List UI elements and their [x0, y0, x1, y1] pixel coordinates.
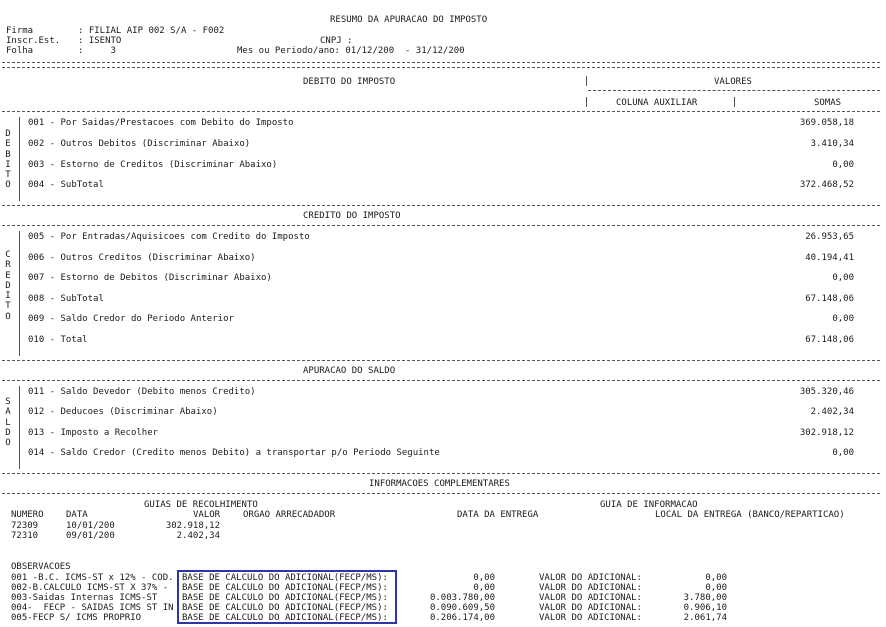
guia-numero: 72310 [11, 531, 39, 541]
divider [2, 111, 880, 112]
coluna-auxiliar-header: COLUNA AUXILIAR [616, 98, 698, 108]
cnpj-label: CNPJ : [320, 36, 353, 46]
col-valor: VALOR [193, 510, 221, 520]
col-data-entrega: DATA DA ENTREGA [457, 510, 539, 520]
credito-row-value: 0,00 [832, 314, 854, 324]
saldo-row-label: 011 - Saldo Devedor (Debito menos Credit… [28, 387, 256, 397]
saldo-row-value: 2.402,34 [810, 407, 854, 417]
divider [2, 67, 880, 68]
section-left-border [19, 117, 20, 201]
obs-adic-value: 0.906,10 [683, 603, 727, 613]
section-left-border [19, 231, 20, 356]
guia-valor: 302.918,12 [165, 521, 220, 531]
saldo-row-value: 305.320,46 [799, 387, 854, 397]
divider [2, 473, 880, 474]
guia-valor: 2.402,34 [176, 531, 220, 541]
saldo-row-label: 014 - Saldo Credor (Credito menos Debito… [28, 448, 440, 458]
debito-row-value: 3.410,34 [810, 139, 854, 149]
highlight-box [177, 570, 397, 624]
col-orgao: ORGAO ARRECADADOR [243, 510, 336, 520]
saldo-row-label: 013 - Imposto a Recolher [28, 428, 159, 438]
valores-header: VALORES [714, 77, 752, 87]
obs-base-value: 0.003.780,00 [429, 593, 495, 603]
column-separator [586, 76, 587, 86]
report-title: RESUMO DA APURACAO DO IMPOSTO [330, 15, 488, 25]
credito-row-value: 0,00 [832, 273, 854, 283]
inscr-value: : ISENTO [78, 36, 122, 46]
credito-section-title: CREDITO DO IMPOSTO [303, 211, 401, 221]
obs-desc: 003-Saidas Internas ICMS-ST [11, 593, 158, 603]
col-local-entrega: LOCAL DA ENTREGA (BANCO/REPARTICAO) [655, 510, 845, 520]
obs-base-value: 0.090.609,50 [429, 603, 495, 613]
debito-row-value: 369.058,18 [799, 118, 854, 128]
saldo-row-value: 302.918,12 [799, 428, 854, 438]
somas-header: SOMAS [814, 98, 842, 108]
col-numero: NUMERO [11, 510, 44, 520]
section-left-border [19, 386, 20, 469]
saldo-section-title: APURACAO DO SALDO [303, 366, 396, 376]
divider [2, 205, 880, 206]
credito-row-label: 010 - Total [28, 335, 88, 345]
obs-desc: 004- FECP - SAIDAS ICMS ST IN [11, 603, 174, 613]
info-section-title: INFORMACOES COMPLEMENTARES [369, 479, 510, 489]
obs-adic-label: VALOR DO ADICIONAL: [539, 583, 642, 593]
obs-desc: 002-B.CALCULO ICMS-ST X 37% - [11, 583, 169, 593]
column-separator [734, 97, 735, 107]
folha-value: : 3 [78, 46, 116, 56]
debito-row-value: 372.468,52 [799, 180, 854, 190]
inscr-label: Inscr.Est. [6, 36, 61, 46]
obs-adic-label: VALOR DO ADICIONAL: [539, 593, 642, 603]
debito-row-label: 002 - Outros Debitos (Discriminar Abaixo… [28, 139, 251, 149]
obs-adic-value: 0,00 [705, 573, 727, 583]
debito-section-title: DEBITO DO IMPOSTO [303, 77, 396, 87]
debito-row-label: 004 - SubTotal [28, 180, 104, 190]
debito-side-label: D E B I T O [5, 129, 11, 191]
column-separator [586, 97, 587, 107]
col-data: DATA [66, 510, 88, 520]
divider [2, 225, 880, 226]
credito-row-label: 009 - Saldo Credor do Periodo Anterior [28, 314, 234, 324]
credito-row-value: 67.148,06 [805, 335, 854, 345]
credito-row-label: 006 - Outros Creditos (Discriminar Abaix… [28, 253, 256, 263]
saldo-side-label: S A L D O [5, 397, 11, 449]
guia-data: 10/01/200 [66, 521, 115, 531]
firma-value: : FILIAL AIP 002 S/A - F002 [78, 26, 225, 36]
divider [588, 90, 880, 91]
credito-side-label: C R E D I T O [5, 250, 11, 322]
saldo-row-value: 0,00 [832, 448, 854, 458]
debito-row-label: 003 - Estorno de Creditos (Discriminar A… [28, 160, 278, 170]
credito-row-value: 67.148,06 [805, 294, 854, 304]
guia-data: 09/01/200 [66, 531, 115, 541]
saldo-row-label: 012 - Deducoes (Discriminar Abaixo) [28, 407, 218, 417]
obs-adic-label: VALOR DO ADICIONAL: [539, 613, 642, 623]
obs-base-value: 0,00 [473, 583, 495, 593]
obs-base-value: 0.206.174,00 [429, 613, 495, 623]
firma-label: Firma [6, 26, 34, 36]
credito-row-value: 26.953,65 [805, 232, 854, 242]
credito-row-value: 40.194,41 [805, 253, 854, 263]
credito-row-label: 008 - SubTotal [28, 294, 104, 304]
obs-adic-value: 0,00 [705, 583, 727, 593]
divider [2, 62, 880, 63]
divider [2, 360, 880, 361]
guia-numero: 72309 [11, 521, 39, 531]
guia-informacao-title: GUIA DE INFORMACAO [600, 500, 698, 510]
credito-row-label: 007 - Estorno de Debitos (Discriminar Ab… [28, 273, 272, 283]
credito-row-label: 005 - Por Entradas/Aquisicoes com Credit… [28, 232, 310, 242]
guias-title: GUIAS DE RECOLHIMENTO [144, 500, 258, 510]
divider [2, 380, 880, 381]
debito-row-value: 0,00 [832, 160, 854, 170]
obs-adic-value: 2.061,74 [683, 613, 727, 623]
obs-desc: 005-FECP S/ ICMS PROPRIO [11, 613, 142, 623]
obs-desc: 001 -B.C. ICMS-ST x 12% - COD. [11, 573, 174, 583]
divider [2, 493, 880, 494]
folha-label: Folha [6, 46, 34, 56]
obs-adic-label: VALOR DO ADICIONAL: [539, 603, 642, 613]
obs-adic-label: VALOR DO ADICIONAL: [539, 573, 642, 583]
debito-row-label: 001 - Por Saidas/Prestacoes com Debito d… [28, 118, 294, 128]
obs-adic-value: 3.780,00 [683, 593, 727, 603]
observacoes-title: OBSERVACOES [11, 562, 71, 572]
period-label: Mes ou Periodo/ano: 01/12/200 - 31/12/20… [237, 46, 465, 56]
obs-base-value: 0,00 [473, 573, 495, 583]
